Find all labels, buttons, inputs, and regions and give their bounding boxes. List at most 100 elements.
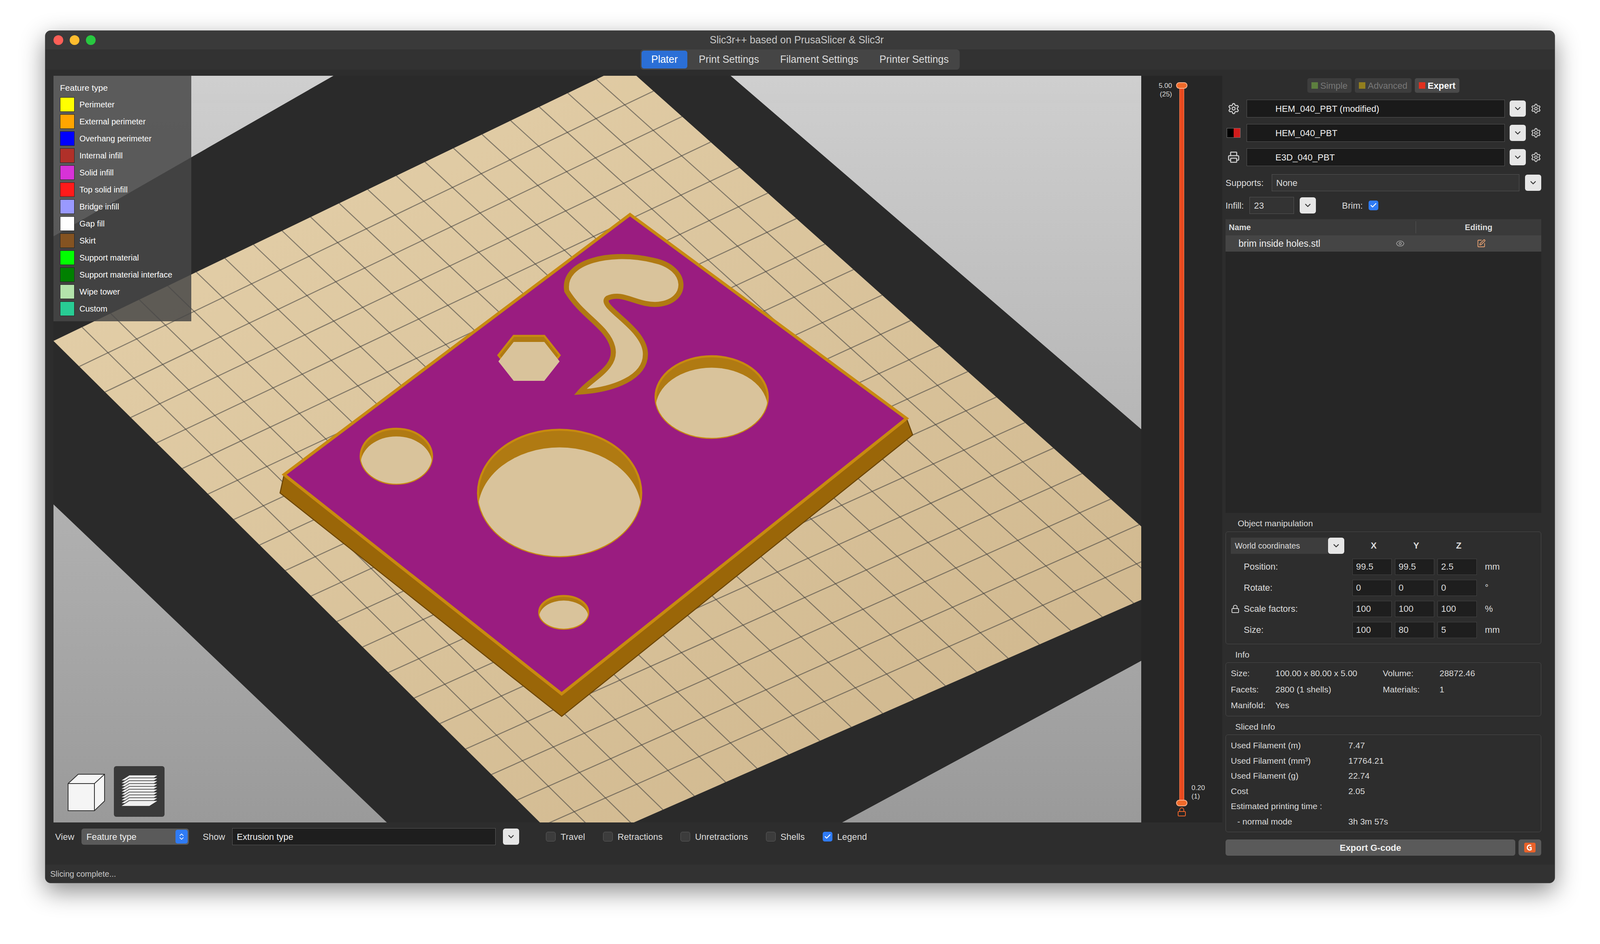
- legend-swatch: [59, 182, 75, 197]
- preview-column: Feature typePerimeterExternal perimeterO…: [53, 75, 1142, 865]
- value-field[interactable]: 99.5: [1394, 558, 1435, 576]
- tab-bar: PlaterPrint SettingsFilament SettingsPri…: [45, 49, 1555, 70]
- preset-combo[interactable]: HEM_040_PBT (modified): [1246, 99, 1505, 118]
- legend-swatch: [59, 97, 75, 112]
- preset-settings-icon[interactable]: [1530, 127, 1542, 139]
- sidebar: SimpleAdvancedExpert HEM_040_PBT (modifie…: [1222, 75, 1545, 856]
- infill-combo[interactable]: 23: [1249, 196, 1295, 214]
- minimize-button[interactable]: [69, 35, 80, 45]
- unit-label: mm: [1484, 560, 1500, 574]
- tab[interactable]: Plater: [641, 50, 688, 69]
- slider-track[interactable]: [1176, 85, 1187, 804]
- sliced-label: Used Filament (g): [1230, 769, 1349, 783]
- mode-color-icon: [1418, 82, 1426, 89]
- layers-icon: [117, 769, 162, 815]
- printer-icon: [1227, 151, 1240, 164]
- visibility-icon[interactable]: [1395, 239, 1405, 249]
- option-checkbox[interactable]: [680, 832, 691, 842]
- preview-option[interactable]: Legend: [822, 830, 867, 844]
- value-field[interactable]: 5: [1437, 622, 1477, 639]
- legend-item: Overhang perimeter: [59, 130, 185, 147]
- preview-option[interactable]: Retractions: [603, 830, 663, 844]
- preset-dropdown-button[interactable]: [1509, 149, 1526, 166]
- lock-icon[interactable]: [1176, 807, 1187, 818]
- preset-settings-icon[interactable]: [1530, 151, 1542, 163]
- preview-option[interactable]: Unretractions: [680, 830, 749, 844]
- legend: Feature typePerimeterExternal perimeterO…: [53, 75, 192, 322]
- zoom-button[interactable]: [85, 35, 96, 45]
- option-checkbox[interactable]: [765, 832, 776, 842]
- edit-icon[interactable]: [1476, 239, 1486, 249]
- supports-combo[interactable]: None: [1271, 174, 1520, 192]
- unit-label: °: [1484, 581, 1489, 595]
- close-button[interactable]: [53, 35, 64, 45]
- coordinates-dropdown-button[interactable]: [1328, 537, 1345, 555]
- bottom-layer-label: 0.20: [1191, 783, 1213, 793]
- preset-dropdown-button[interactable]: [1509, 100, 1526, 117]
- value-field[interactable]: 100: [1437, 601, 1477, 618]
- value-field[interactable]: 0: [1437, 579, 1477, 597]
- preset-settings-icon[interactable]: [1530, 103, 1542, 114]
- preset-dropdown-button[interactable]: [1509, 124, 1526, 142]
- check-icon: [823, 833, 832, 841]
- tab[interactable]: Printer Settings: [869, 50, 959, 69]
- value-field[interactable]: 100: [1352, 622, 1392, 639]
- filament-color-icon: [1226, 128, 1241, 138]
- tab[interactable]: Print Settings: [688, 50, 769, 69]
- top-layer-label: 5.00: [1150, 81, 1173, 90]
- preset-combo[interactable]: E3D_040_PBT: [1246, 148, 1505, 167]
- tab[interactable]: Filament Settings: [770, 50, 869, 69]
- value-field[interactable]: 100: [1394, 601, 1435, 618]
- mode-button[interactable]: Simple: [1307, 78, 1352, 93]
- value-field[interactable]: 80: [1394, 622, 1435, 639]
- layer-slider[interactable]: 5.00(25)0.20(1): [1141, 75, 1223, 823]
- show-field[interactable]: Extrusion type: [232, 828, 496, 846]
- chevron-down-icon: [1513, 152, 1523, 162]
- 3d-view-button[interactable]: [60, 766, 112, 818]
- 3d-scene[interactable]: [53, 75, 1142, 823]
- preset-combo[interactable]: HEM_040_PBT: [1246, 124, 1505, 142]
- value-field[interactable]: 100: [1352, 601, 1392, 618]
- preview-option[interactable]: Travel: [545, 830, 585, 844]
- value-field[interactable]: 0: [1394, 579, 1435, 597]
- show-dropdown-button[interactable]: [502, 828, 520, 845]
- chevron-down-icon: [1513, 104, 1523, 114]
- page: Slic3r++ based on PrusaSlicer & Slic3rPl…: [0, 0, 1600, 944]
- value-field[interactable]: 0: [1352, 579, 1392, 597]
- value-field[interactable]: 2.5: [1437, 558, 1477, 576]
- value-field[interactable]: 99.5: [1352, 558, 1392, 576]
- mode-button[interactable]: Expert: [1414, 78, 1460, 93]
- check-icon: [1369, 201, 1378, 210]
- unit-label: mm: [1484, 623, 1500, 637]
- scale-lock-icon[interactable]: [1230, 604, 1240, 614]
- legend-swatch: [59, 284, 75, 300]
- preview-view-button[interactable]: [113, 766, 165, 818]
- option-checkbox[interactable]: [545, 832, 556, 842]
- export-gcode-button[interactable]: Export G-code: [1225, 839, 1516, 856]
- mode-button[interactable]: Advanced: [1354, 78, 1412, 93]
- view-select[interactable]: Feature type: [81, 828, 189, 845]
- coordinates-combo[interactable]: World coordinates: [1230, 537, 1329, 555]
- supports-row: Supports:None: [1225, 171, 1542, 195]
- brim-checkbox[interactable]: [1368, 200, 1379, 211]
- option-checkbox[interactable]: [603, 832, 613, 842]
- legend-swatch: [59, 131, 75, 146]
- object-row[interactable]: brim inside holes.stl: [1225, 235, 1542, 252]
- supports-dropdown-button[interactable]: [1525, 174, 1542, 191]
- legend-swatch: [59, 267, 75, 283]
- infill-dropdown-button[interactable]: [1299, 197, 1316, 214]
- option-checkbox[interactable]: [822, 832, 833, 842]
- 3d-canvas[interactable]: Feature typePerimeterExternal perimeterO…: [53, 75, 1142, 823]
- stepper-icon: [177, 832, 186, 841]
- infill-brim-row: Infill:23Brim:: [1225, 194, 1542, 217]
- axis-label: Y: [1394, 539, 1438, 553]
- lower-thumb[interactable]: [1176, 800, 1188, 807]
- send-gcode-button[interactable]: [1518, 839, 1542, 856]
- app-window: Slic3r++ based on PrusaSlicer & Slic3rPl…: [44, 30, 1556, 884]
- preview-option[interactable]: Shells: [765, 830, 805, 844]
- upper-thumb[interactable]: [1176, 82, 1188, 89]
- transform-row: Position:99.599.52.5mm: [1230, 558, 1536, 576]
- mode-color-icon: [1311, 82, 1318, 89]
- legend-item: Support material interface: [59, 267, 185, 283]
- legend-item: Skirt: [59, 233, 185, 249]
